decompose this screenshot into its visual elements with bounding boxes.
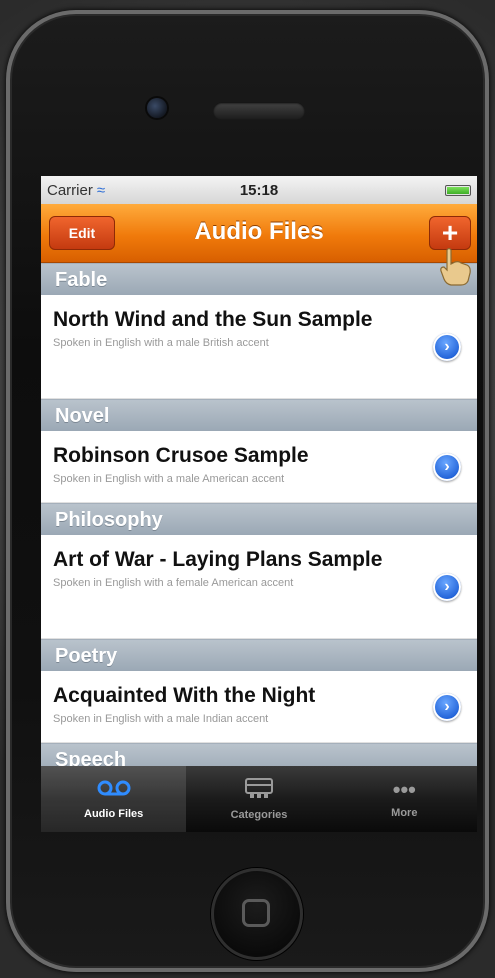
tab-bar: Audio Files Categories ••• More [41,766,477,832]
status-bar: Carrier ≈ 15:18 [41,176,477,204]
navigation-bar: Edit Audio Files + [41,204,477,286]
tab-label: Categories [230,809,288,821]
detail-disclosure-icon[interactable]: › [433,572,461,601]
detail-disclosure-icon[interactable]: › [433,452,461,481]
earpiece-speaker [213,102,305,120]
audio-file-list: Fable North Wind and the Sun Sample Spok… [41,263,477,775]
item-title: North Wind and the Sun Sample [53,308,373,331]
tab-label: Audio Files [84,808,144,820]
tab-more[interactable]: ••• More [332,766,477,832]
section-header-poetry: Poetry [41,639,477,671]
section-header-novel: Novel [41,399,477,431]
item-title: Robinson Crusoe Sample [53,444,309,467]
section-header-philosophy: Philosophy [41,503,477,535]
detail-disclosure-icon[interactable]: › [433,332,461,361]
tab-categories[interactable]: Categories [186,766,331,832]
voicemail-icon [97,778,131,802]
phone-screen: Carrier ≈ 15:18 Edit Audio Files + Fable… [41,176,477,832]
categories-icon [244,777,274,803]
list-item[interactable]: North Wind and the Sun Sample Spoken in … [41,295,477,399]
list-item[interactable]: Acquainted With the Night Spoken in Engl… [41,671,477,743]
more-icon: ••• [392,777,416,802]
status-time: 15:18 [239,181,279,199]
item-subtitle: Spoken in English with a male American a… [53,473,285,485]
front-camera [147,98,167,118]
battery-icon [445,184,471,196]
item-subtitle: Spoken in English with a female American… [53,577,294,589]
list-item[interactable]: Robinson Crusoe Sample Spoken in English… [41,431,477,503]
tab-label: More [391,807,418,819]
item-title: Art of War - Laying Plans Sample [53,548,383,571]
tab-audio-files[interactable]: Audio Files [41,766,187,832]
detail-disclosure-icon[interactable]: › [433,692,461,721]
item-title: Acquainted With the Night [53,684,316,707]
home-square-icon [242,899,270,927]
page-title: Audio Files [194,218,324,245]
home-button[interactable] [211,868,303,960]
item-subtitle: Spoken in English with a male Indian acc… [53,713,269,725]
list-item[interactable]: Art of War - Laying Plans Sample Spoken … [41,535,477,639]
add-button[interactable]: + [429,216,471,250]
phone-frame: Carrier ≈ 15:18 Edit Audio Files + Fable… [6,10,489,972]
section-header-fable: Fable [41,263,477,295]
item-subtitle: Spoken in English with a male British ac… [53,337,269,349]
pointing-hand-icon [440,247,471,286]
